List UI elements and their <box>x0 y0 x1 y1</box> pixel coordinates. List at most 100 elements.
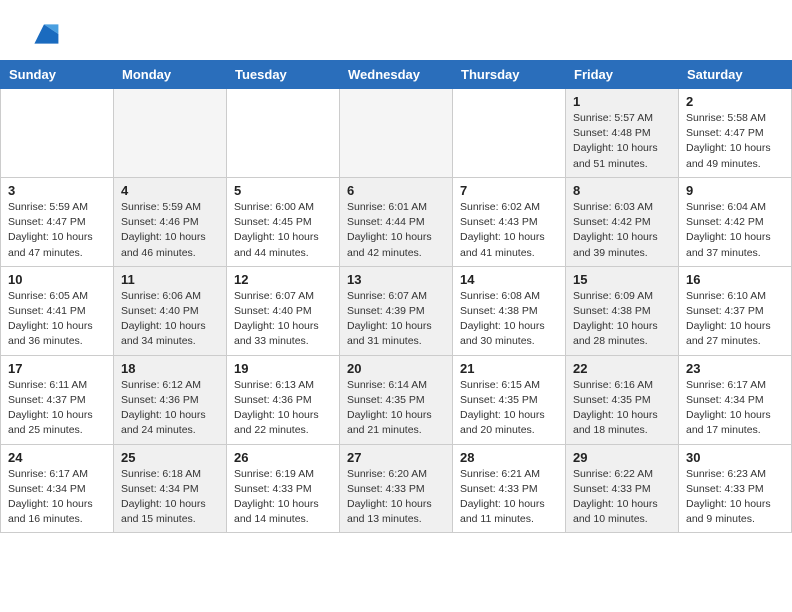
calendar-cell: 4Sunrise: 5:59 AM Sunset: 4:46 PM Daylig… <box>114 177 227 266</box>
day-info: Sunrise: 6:08 AM Sunset: 4:38 PM Dayligh… <box>460 289 558 350</box>
day-number: 18 <box>121 361 219 376</box>
day-number: 10 <box>8 272 106 287</box>
calendar-cell: 26 Sunrise: 6:19 AM Sunset: 4:33 PM Dayli… <box>227 444 340 533</box>
weekday-header-friday: Friday <box>566 61 679 89</box>
day-info: Sunrise: 6:16 AM Sunset: 4:35 PM Dayligh… <box>573 378 671 439</box>
day-number: 28 <box>460 450 558 465</box>
day-number: 2 <box>686 94 784 109</box>
day-number: 22 <box>573 361 671 376</box>
day-info: Sunrise: 6:17 AM Sunset: 4:34 PM Dayligh… <box>8 467 106 528</box>
weekday-header-wednesday: Wednesday <box>340 61 453 89</box>
day-number: 23 <box>686 361 784 376</box>
day-number: 26 <box>234 450 332 465</box>
day-info: Sunrise: 6:12 AM Sunset: 4:36 PM Dayligh… <box>121 378 219 439</box>
calendar-cell: 24 Sunrise: 6:17 AM Sunset: 4:34 PM Dayli… <box>1 444 114 533</box>
calendar-cell: 16 Sunrise: 6:10 AM Sunset: 4:37 PM Dayli… <box>679 266 792 355</box>
calendar-cell <box>114 89 227 178</box>
day-info: Sunrise: 6:17 AM Sunset: 4:34 PM Dayligh… <box>686 378 784 439</box>
calendar-cell: 23 Sunrise: 6:17 AM Sunset: 4:34 PM Dayli… <box>679 355 792 444</box>
calendar-cell: 20 Sunrise: 6:14 AM Sunset: 4:35 PM Dayli… <box>340 355 453 444</box>
weekday-header-thursday: Thursday <box>453 61 566 89</box>
week-row-5: 24 Sunrise: 6:17 AM Sunset: 4:34 PM Dayli… <box>1 444 792 533</box>
weekday-header-monday: Monday <box>114 61 227 89</box>
day-number: 30 <box>686 450 784 465</box>
day-number: 19 <box>234 361 332 376</box>
calendar-cell: 30Sunrise: 6:23 AM Sunset: 4:33 PM Dayli… <box>679 444 792 533</box>
day-number: 29 <box>573 450 671 465</box>
day-info: Sunrise: 6:13 AM Sunset: 4:36 PM Dayligh… <box>234 378 332 439</box>
day-info: Sunrise: 6:14 AM Sunset: 4:35 PM Dayligh… <box>347 378 445 439</box>
calendar-cell: 9 Sunrise: 6:04 AM Sunset: 4:42 PM Daylig… <box>679 177 792 266</box>
weekday-header-row: SundayMondayTuesdayWednesdayThursdayFrid… <box>1 61 792 89</box>
calendar-cell: 5 Sunrise: 6:00 AM Sunset: 4:45 PM Daylig… <box>227 177 340 266</box>
calendar-cell: 17 Sunrise: 6:11 AM Sunset: 4:37 PM Dayli… <box>1 355 114 444</box>
day-info: Sunrise: 6:18 AM Sunset: 4:34 PM Dayligh… <box>121 467 219 528</box>
calendar-cell <box>340 89 453 178</box>
day-info: Sunrise: 6:02 AM Sunset: 4:43 PM Dayligh… <box>460 200 558 261</box>
weekday-header-saturday: Saturday <box>679 61 792 89</box>
calendar-cell: 7 Sunrise: 6:02 AM Sunset: 4:43 PM Daylig… <box>453 177 566 266</box>
day-info: Sunrise: 6:09 AM Sunset: 4:38 PM Dayligh… <box>573 289 671 350</box>
day-number: 20 <box>347 361 445 376</box>
day-info: Sunrise: 5:59 AM Sunset: 4:46 PM Dayligh… <box>121 200 219 261</box>
week-row-3: 10 Sunrise: 6:05 AM Sunset: 4:41 PM Dayli… <box>1 266 792 355</box>
day-number: 25 <box>121 450 219 465</box>
day-number: 13 <box>347 272 445 287</box>
calendar-cell <box>1 89 114 178</box>
day-info: Sunrise: 6:21 AM Sunset: 4:33 PM Dayligh… <box>460 467 558 528</box>
day-number: 12 <box>234 272 332 287</box>
calendar-cell: 12 Sunrise: 6:07 AM Sunset: 4:40 PM Dayli… <box>227 266 340 355</box>
calendar-cell: 3 Sunrise: 5:59 AM Sunset: 4:47 PM Daylig… <box>1 177 114 266</box>
day-info: Sunrise: 6:00 AM Sunset: 4:45 PM Dayligh… <box>234 200 332 261</box>
day-number: 11 <box>121 272 219 287</box>
week-row-1: 1 Sunrise: 5:57 AM Sunset: 4:48 PM Daylig… <box>1 89 792 178</box>
day-info: Sunrise: 6:06 AM Sunset: 4:40 PM Dayligh… <box>121 289 219 350</box>
calendar-cell: 18 Sunrise: 6:12 AM Sunset: 4:36 PM Dayli… <box>114 355 227 444</box>
day-info: Sunrise: 6:11 AM Sunset: 4:37 PM Dayligh… <box>8 378 106 439</box>
day-number: 5 <box>234 183 332 198</box>
day-number: 24 <box>8 450 106 465</box>
calendar-cell: 10 Sunrise: 6:05 AM Sunset: 4:41 PM Dayli… <box>1 266 114 355</box>
day-number: 9 <box>686 183 784 198</box>
calendar-cell: 14Sunrise: 6:08 AM Sunset: 4:38 PM Dayli… <box>453 266 566 355</box>
day-info: Sunrise: 6:05 AM Sunset: 4:41 PM Dayligh… <box>8 289 106 350</box>
logo-icon <box>28 18 60 50</box>
calendar-cell: 29 Sunrise: 6:22 AM Sunset: 4:33 PM Dayli… <box>566 444 679 533</box>
calendar-cell: 11 Sunrise: 6:06 AM Sunset: 4:40 PM Dayli… <box>114 266 227 355</box>
calendar-cell: 8 Sunrise: 6:03 AM Sunset: 4:42 PM Daylig… <box>566 177 679 266</box>
calendar-cell: 6 Sunrise: 6:01 AM Sunset: 4:44 PM Daylig… <box>340 177 453 266</box>
day-info: Sunrise: 6:22 AM Sunset: 4:33 PM Dayligh… <box>573 467 671 528</box>
day-number: 6 <box>347 183 445 198</box>
day-number: 3 <box>8 183 106 198</box>
calendar-cell: 28 Sunrise: 6:21 AM Sunset: 4:33 PM Dayli… <box>453 444 566 533</box>
day-info: Sunrise: 5:57 AM Sunset: 4:48 PM Dayligh… <box>573 111 671 172</box>
calendar-cell: 1 Sunrise: 5:57 AM Sunset: 4:48 PM Daylig… <box>566 89 679 178</box>
day-number: 7 <box>460 183 558 198</box>
weekday-header-tuesday: Tuesday <box>227 61 340 89</box>
day-number: 21 <box>460 361 558 376</box>
day-number: 1 <box>573 94 671 109</box>
day-info: Sunrise: 6:20 AM Sunset: 4:33 PM Dayligh… <box>347 467 445 528</box>
calendar-table: SundayMondayTuesdayWednesdayThursdayFrid… <box>0 60 792 533</box>
day-info: Sunrise: 6:07 AM Sunset: 4:40 PM Dayligh… <box>234 289 332 350</box>
day-info: Sunrise: 6:04 AM Sunset: 4:42 PM Dayligh… <box>686 200 784 261</box>
day-number: 8 <box>573 183 671 198</box>
day-info: Sunrise: 6:15 AM Sunset: 4:35 PM Dayligh… <box>460 378 558 439</box>
day-info: Sunrise: 6:07 AM Sunset: 4:39 PM Dayligh… <box>347 289 445 350</box>
calendar-cell: 21 Sunrise: 6:15 AM Sunset: 4:35 PM Dayli… <box>453 355 566 444</box>
calendar-cell: 15Sunrise: 6:09 AM Sunset: 4:38 PM Dayli… <box>566 266 679 355</box>
day-info: Sunrise: 6:19 AM Sunset: 4:33 PM Dayligh… <box>234 467 332 528</box>
calendar-cell: 13 Sunrise: 6:07 AM Sunset: 4:39 PM Dayli… <box>340 266 453 355</box>
day-number: 27 <box>347 450 445 465</box>
calendar-cell: 19 Sunrise: 6:13 AM Sunset: 4:36 PM Dayli… <box>227 355 340 444</box>
day-number: 17 <box>8 361 106 376</box>
calendar-cell <box>453 89 566 178</box>
day-info: Sunrise: 6:01 AM Sunset: 4:44 PM Dayligh… <box>347 200 445 261</box>
day-info: Sunrise: 6:03 AM Sunset: 4:42 PM Dayligh… <box>573 200 671 261</box>
day-info: Sunrise: 6:10 AM Sunset: 4:37 PM Dayligh… <box>686 289 784 350</box>
day-info: Sunrise: 5:59 AM Sunset: 4:47 PM Dayligh… <box>8 200 106 261</box>
header <box>0 0 792 60</box>
calendar-cell: 27 Sunrise: 6:20 AM Sunset: 4:33 PM Dayli… <box>340 444 453 533</box>
week-row-4: 17 Sunrise: 6:11 AM Sunset: 4:37 PM Dayli… <box>1 355 792 444</box>
day-number: 16 <box>686 272 784 287</box>
